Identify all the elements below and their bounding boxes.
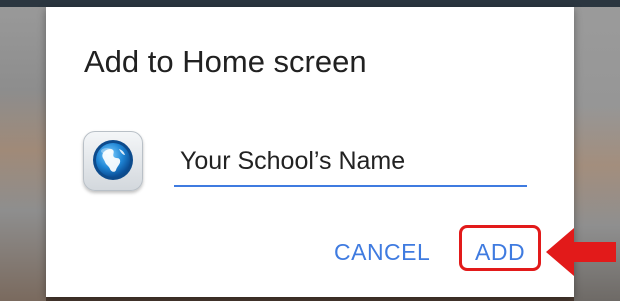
cancel-button[interactable]: CANCEL: [334, 239, 430, 266]
left-arrow-icon: [546, 228, 616, 276]
background-top-bar: [0, 0, 620, 7]
background-page-left: [0, 0, 46, 301]
globe-icon: [93, 140, 133, 180]
screen: Add to Home screen CANCEL ADD: [0, 0, 620, 301]
shortcut-name-input[interactable]: [174, 143, 527, 187]
dialog-title: Add to Home screen: [84, 44, 367, 79]
background-page-bottom: [46, 297, 574, 301]
add-button-highlight: [459, 225, 541, 271]
app-icon: [83, 131, 143, 191]
